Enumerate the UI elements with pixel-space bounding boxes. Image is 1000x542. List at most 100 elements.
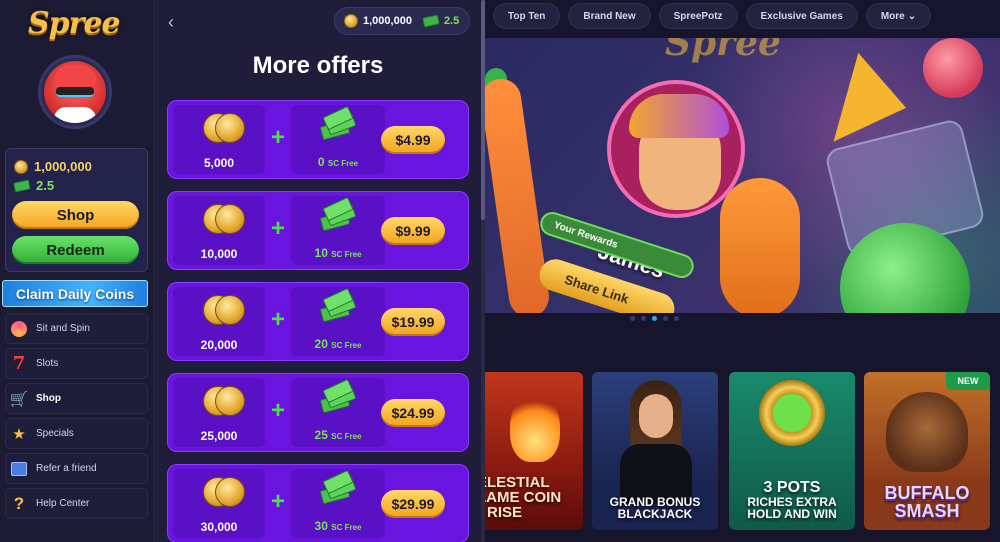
offer-card[interactable]: 30,000 + 30 SC Free $29.99: [167, 464, 469, 542]
flame-art: [510, 392, 560, 462]
sidebar-item-label: Specials: [36, 428, 74, 439]
sweeps-coin-amount: 20 SC Free: [314, 337, 362, 351]
sidebar-item-help-center[interactable]: ? Help Center: [5, 488, 148, 519]
gold-coins-icon: [203, 477, 247, 507]
hero-logo: Spree: [665, 38, 781, 64]
plus-icon: +: [270, 488, 285, 515]
sweeps-cash-icon: [422, 14, 440, 28]
tab-spreepotz[interactable]: SpreePotz: [658, 3, 738, 29]
page-title: More offers: [252, 52, 384, 79]
offer-card[interactable]: 10,000 + 10 SC Free $9.99: [167, 191, 469, 270]
new-badge: NEW: [946, 372, 990, 390]
game-title: BUFFALO SMASH: [884, 483, 970, 521]
game-tile-grand-bonus-blackjack[interactable]: GRAND BONUS BLACKJACK: [592, 372, 718, 530]
game-tile-buffalo-smash[interactable]: NEW BUFFALO SMASH: [864, 372, 990, 530]
gold-coin-icon: [14, 159, 28, 174]
sweeps-coin-value: 2.5: [36, 178, 55, 193]
claim-daily-coins-button[interactable]: Claim Daily Coins: [2, 280, 148, 307]
game-tile-celestial-flame-coin-rise[interactable]: ELESTIAL LAME COIN RISE: [485, 372, 583, 530]
gold-coin-cell: 5,000: [173, 105, 265, 174]
cash-stack-icon: [319, 287, 357, 323]
game-title: 3 POTS RICHES EXTRA HOLD AND WIN: [747, 479, 837, 521]
sidebar-item-label: Sit and Spin: [36, 323, 90, 334]
gold-coin-cell: 20,000: [173, 287, 265, 356]
category-tabs: Top Ten Brand New SpreePotz Exclusive Ga…: [493, 3, 932, 29]
game-title: ELESTIAL LAME COIN RISE: [485, 474, 562, 521]
shop-sweeps-coin-value: 2.5: [443, 15, 460, 27]
tab-brand-new[interactable]: Brand New: [568, 3, 651, 29]
question-icon: ?: [13, 493, 25, 513]
decorative-shape: [720, 178, 800, 313]
spree-logo[interactable]: Spree: [28, 6, 121, 41]
carousel-dot[interactable]: [630, 316, 635, 321]
cash-stack-icon: [319, 105, 357, 141]
plus-icon: +: [270, 215, 285, 242]
sidebar-item-refer-a-friend[interactable]: Refer a friend: [5, 453, 148, 484]
gold-coin-cell: 30,000: [173, 469, 265, 538]
sidebar-item-specials[interactable]: ★ Specials: [5, 418, 148, 449]
game-tile-3-pots-riches[interactable]: 3 POTS RICHES EXTRA HOLD AND WIN: [729, 372, 855, 530]
hero-banner[interactable]: Spree James Your Rewards Share Link: [485, 38, 1000, 313]
back-button[interactable]: ‹: [168, 12, 184, 32]
price-button[interactable]: $9.99: [381, 217, 445, 245]
refer-friend-icon: [10, 460, 28, 478]
sweeps-coin-cell: 10 SC Free: [291, 196, 385, 265]
offer-card[interactable]: 25,000 + 25 SC Free $24.99: [167, 373, 469, 452]
shop-button[interactable]: Shop: [12, 201, 139, 229]
offer-list: 5,000 + 0 SC Free $4.99 10,000 + 10 SC F…: [167, 100, 469, 542]
carousel-dot[interactable]: [641, 316, 646, 321]
gold-coins-icon: [203, 204, 247, 234]
sidebar-item-label: Slots: [36, 358, 59, 369]
game-title: GRAND BONUS BLACKJACK: [609, 495, 701, 521]
chevron-down-icon: ⌄: [907, 10, 917, 22]
tab-top-ten[interactable]: Top Ten: [493, 3, 561, 29]
sidebar-item-shop[interactable]: 🛒 Shop: [5, 383, 148, 414]
sweeps-coin-amount: 25 SC Free: [314, 428, 362, 442]
redeem-button[interactable]: Redeem: [12, 236, 139, 264]
sweeps-coin-balance: 2.5: [13, 178, 55, 193]
carousel-dots: [630, 316, 679, 321]
clover-icon: [759, 380, 825, 446]
tab-more-label: More: [880, 10, 905, 22]
carousel-dot[interactable]: [674, 316, 679, 321]
price-button[interactable]: $24.99: [381, 399, 445, 427]
avatar[interactable]: [38, 55, 112, 129]
sweeps-coin-cell: 0 SC Free: [291, 105, 385, 174]
plus-icon: +: [270, 124, 285, 151]
avatar-image: [44, 61, 106, 123]
balance-box: 1,000,000 2.5 Shop Redeem: [5, 148, 148, 272]
sidebar-item-sit-and-spin[interactable]: Sit and Spin: [5, 313, 148, 344]
sweeps-coin-cell: 30 SC Free: [291, 469, 385, 538]
cash-stack-icon: [319, 469, 357, 505]
gold-coins-icon: [203, 113, 247, 143]
sidebar-nav: Sit and Spin 7 Slots 🛒 Shop ★ Specials R…: [5, 313, 148, 523]
gold-coins-icon: [203, 295, 247, 325]
plus-icon: +: [270, 397, 285, 424]
plus-icon: +: [270, 306, 285, 333]
sidebar-item-slots[interactable]: 7 Slots: [5, 348, 148, 379]
gold-coin-amount: 25,000: [200, 429, 238, 443]
sweeps-cash-icon: [13, 178, 31, 193]
game-grid: ELESTIAL LAME COIN RISE GRAND BONUS BLAC…: [485, 372, 1000, 530]
shop-balance-pill: 1,000,000 2.5: [334, 7, 470, 35]
sweeps-coin-cell: 25 SC Free: [291, 378, 385, 447]
offer-card[interactable]: 5,000 + 0 SC Free $4.99: [167, 100, 469, 179]
carousel-dot[interactable]: [663, 316, 668, 321]
offer-card[interactable]: 20,000 + 20 SC Free $19.99: [167, 282, 469, 361]
gold-coin-cell: 25,000: [173, 378, 265, 447]
shop-gold-coin-value: 1,000,000: [363, 15, 412, 27]
sidebar-item-label: Refer a friend: [36, 463, 97, 474]
cash-stack-icon: [319, 196, 357, 232]
chevron-left-icon: ‹: [168, 12, 174, 32]
price-button[interactable]: $4.99: [381, 126, 445, 154]
price-button[interactable]: $19.99: [381, 308, 445, 336]
decorative-ball: [923, 38, 983, 98]
tab-more[interactable]: More ⌄: [865, 3, 932, 29]
price-button[interactable]: $29.99: [381, 490, 445, 518]
tab-exclusive-games[interactable]: Exclusive Games: [745, 3, 858, 29]
star-icon: ★: [12, 425, 26, 443]
gold-coin-amount: 20,000: [200, 338, 238, 352]
carousel-dot-active[interactable]: [652, 316, 657, 321]
cart-icon: 🛒: [9, 390, 29, 408]
gold-coin-cell: 10,000: [173, 196, 265, 265]
